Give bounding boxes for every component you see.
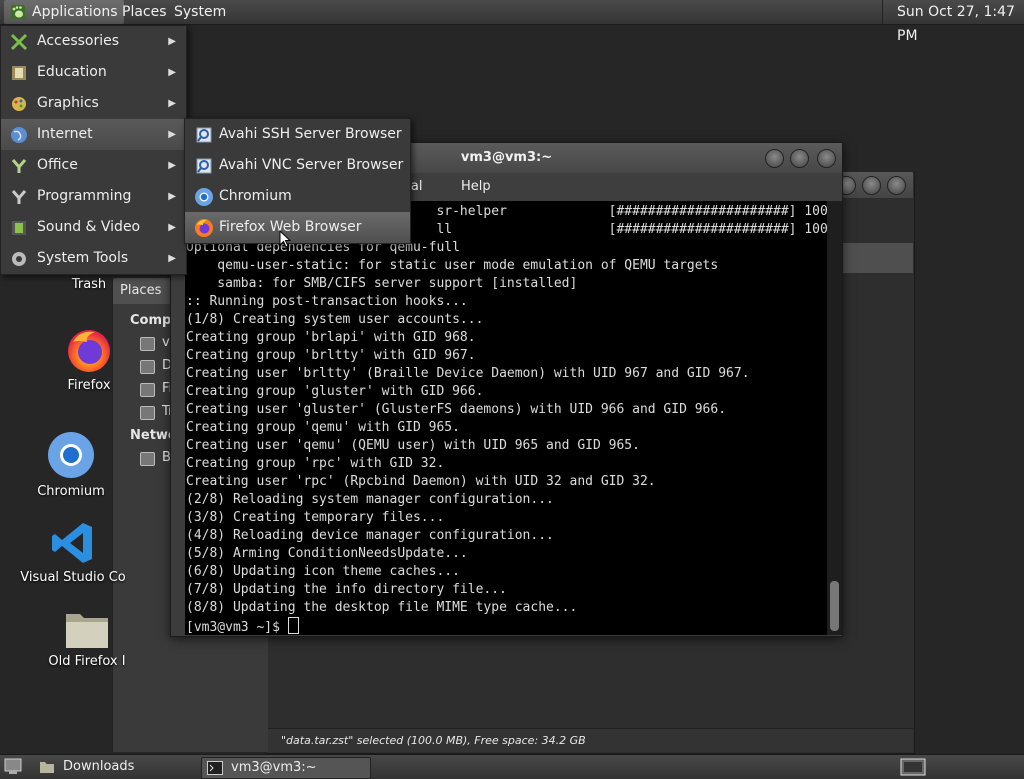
menu-item-avahi-ssh[interactable]: Avahi SSH Server Browser	[185, 119, 410, 150]
magnifier-icon	[196, 158, 212, 174]
taskbar-downloads[interactable]: Downloads	[34, 757, 196, 777]
terminal-line: (2/8) Reloading system manager configura…	[186, 492, 554, 507]
education-icon	[12, 66, 26, 80]
terminal-line: (3/8) Creating temporary files...	[186, 510, 445, 525]
firefox-icon	[195, 219, 213, 237]
globe-icon	[11, 127, 27, 143]
clock[interactable]: Sun Oct 27, 1:47 PM	[882, 0, 1024, 44]
terminal-line: Creating group 'brltty' with GID 967.	[186, 348, 476, 363]
chevron-right-icon: ▶	[168, 222, 176, 233]
programming-icon	[11, 190, 27, 204]
film-icon	[12, 221, 26, 235]
terminal-line: Creating user 'rpc' (Rpcbind Daemon) wit…	[186, 474, 656, 489]
chevron-right-icon: ▶	[168, 67, 176, 78]
file-manager-statusbar: "data.tar.zst" selected (100.0 MB), Free…	[265, 728, 913, 752]
terminal-text: sr-helper [######################] 100% …	[186, 203, 827, 635]
menu-item-graphics[interactable]: Graphics ▶	[1, 88, 186, 119]
folder-icon	[66, 614, 108, 648]
terminal-line: qemu-user-static: for static user mode e…	[186, 258, 719, 273]
scrollbar-thumb[interactable]	[830, 581, 839, 631]
close-button[interactable]	[887, 176, 906, 195]
menu-item-chromium[interactable]: Chromium	[185, 181, 410, 212]
office-icon	[11, 159, 27, 173]
menu-item-programming[interactable]: Programming ▶	[1, 181, 186, 212]
desktop-icon-firefox[interactable]: Firefox	[34, 326, 144, 393]
magnifier-icon	[196, 127, 212, 143]
terminal-line: :: Running post-transaction hooks...	[186, 294, 468, 309]
close-button[interactable]	[817, 149, 836, 168]
menu-item-firefox[interactable]: Firefox Web Browser	[185, 212, 410, 243]
applications-menu[interactable]: Applications	[4, 0, 124, 24]
chevron-right-icon: ▶	[168, 129, 176, 140]
mouse-cursor	[279, 230, 291, 248]
terminal-output[interactable]: sr-helper [######################] 100% …	[185, 201, 827, 635]
terminal-line: Creating user 'qemu' (QEMU user) with UI…	[186, 438, 640, 453]
desktop-icon-chromium[interactable]: Chromium	[16, 430, 126, 499]
terminal-line: Creating group 'gluster' with GID 966.	[186, 384, 484, 399]
chevron-right-icon: ▶	[168, 253, 176, 264]
trash-icon	[140, 406, 155, 420]
terminal-line: Creating user 'brltty' (Braille Device D…	[186, 366, 750, 381]
system-menu[interactable]: System	[168, 0, 232, 24]
menu-help[interactable]: Help	[461, 173, 491, 201]
menu-item-avahi-vnc[interactable]: Avahi VNC Server Browser	[185, 150, 410, 181]
show-desktop-icon[interactable]	[4, 758, 22, 775]
gear-icon	[12, 252, 26, 266]
chevron-right-icon: ▶	[168, 191, 176, 202]
terminal-line: (8/8) Updating the desktop file MIME typ…	[186, 600, 578, 615]
terminal-line: samba: for SMB/CIFS server support [inst…	[186, 276, 578, 291]
terminal-line: (1/8) Creating system user accounts...	[186, 312, 484, 327]
workspace-switcher-icon[interactable]	[900, 758, 926, 776]
terminal-prompt[interactable]: [vm3@vm3 ~]$	[186, 617, 827, 635]
terminal-line: (6/8) Updating icon theme caches...	[186, 564, 460, 579]
places-menu[interactable]: Places	[116, 0, 173, 24]
bottom-panel: Downloads vm3@vm3:~	[0, 754, 1024, 779]
menu-item-internet[interactable]: Internet ▶	[1, 119, 186, 150]
maximize-button[interactable]	[862, 176, 881, 195]
terminal-line: (5/8) Arming ConditionNeedsUpdate...	[186, 546, 468, 561]
chevron-right-icon: ▶	[168, 160, 176, 171]
terminal-line: (7/8) Updating the info directory file..…	[186, 582, 507, 597]
gnome-foot-icon	[11, 5, 25, 19]
applications-dropdown: Accessories ▶ Education ▶ Graphics ▶ Intern…	[0, 25, 187, 275]
menu-item-system-tools[interactable]: System Tools ▶	[1, 243, 186, 274]
chromium-icon	[195, 188, 213, 206]
terminal-line: Creating user 'gluster' (GlusterFS daemo…	[186, 402, 727, 417]
minimize-button[interactable]	[765, 149, 784, 168]
network-icon	[140, 452, 155, 466]
vscode-icon	[52, 523, 92, 563]
terminal-line: Creating group 'brlapi' with GID 968.	[186, 330, 476, 345]
desktop-icon-vscode[interactable]: Visual Studio Co	[18, 520, 128, 585]
terminal-scrollbar[interactable]	[827, 201, 842, 635]
graphics-icon	[12, 97, 26, 111]
folder-icon	[40, 762, 54, 773]
taskbar-terminal[interactable]: vm3@vm3:~	[201, 757, 371, 779]
terminal-line: (4/8) Reloading device manager configura…	[186, 528, 554, 543]
chromium-icon	[48, 432, 94, 478]
chevron-right-icon: ▶	[168, 98, 176, 109]
menu-item-accessories[interactable]: Accessories ▶	[1, 26, 186, 57]
desktop-icon-old-firefox[interactable]: Old Firefox I	[32, 608, 142, 669]
terminal-line: Creating group 'qemu' with GID 965.	[186, 420, 460, 435]
top-panel: Applications Places System Sun Oct 27, 1…	[0, 0, 1024, 44]
menu-item-sound-video[interactable]: Sound & Video ▶	[1, 212, 186, 243]
accessories-icon	[10, 33, 28, 51]
file-manager-toolbar-area	[840, 243, 913, 273]
menu-item-office[interactable]: Office ▶	[1, 150, 186, 181]
terminal-cursor	[287, 617, 299, 634]
menu-item-education[interactable]: Education ▶	[1, 57, 186, 88]
terminal-icon	[207, 761, 223, 775]
chevron-right-icon: ▶	[168, 36, 176, 47]
maximize-button[interactable]	[790, 149, 809, 168]
internet-submenu: Avahi SSH Server Browser Avahi VNC Serve…	[184, 118, 411, 244]
firefox-icon	[68, 330, 110, 372]
desktop-icon-trash[interactable]: Trash	[34, 277, 144, 292]
terminal-line: Creating group 'rpc' with GID 32.	[186, 456, 445, 471]
